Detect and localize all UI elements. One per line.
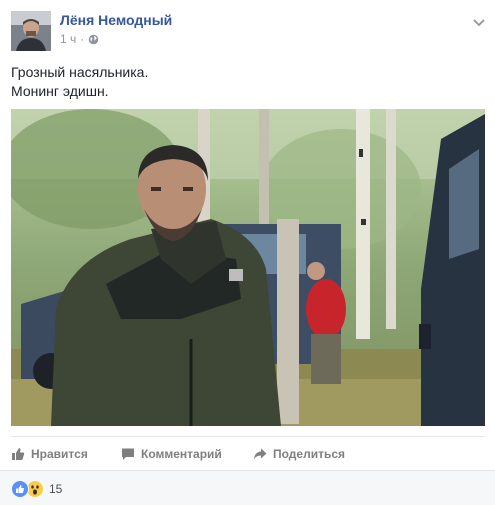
author-name-link[interactable]: Лёня Немодный bbox=[60, 12, 172, 28]
comment-label: Комментарий bbox=[141, 447, 222, 461]
comment-icon bbox=[121, 447, 135, 461]
post-meta: 1 ч · bbox=[60, 32, 99, 46]
post-timestamp[interactable]: 1 ч bbox=[60, 32, 76, 46]
reactions-bar bbox=[0, 470, 495, 505]
share-label: Поделиться bbox=[273, 447, 346, 461]
divider bbox=[11, 436, 485, 437]
post-text-line: Монинг эдишн. bbox=[11, 83, 109, 99]
thumbs-up-icon bbox=[11, 447, 25, 461]
reaction-summary[interactable]: 15 bbox=[11, 480, 62, 498]
meta-separator: · bbox=[80, 32, 85, 46]
comment-button[interactable]: Комментарий bbox=[121, 447, 222, 461]
chevron-down-icon[interactable] bbox=[473, 14, 485, 27]
reaction-count[interactable]: 15 bbox=[49, 482, 62, 496]
post-text: Грозный насяльника. Монинг эдишн. bbox=[11, 63, 148, 101]
author-avatar[interactable] bbox=[11, 11, 51, 51]
globe-icon[interactable] bbox=[88, 34, 99, 45]
like-label: Нравится bbox=[31, 447, 88, 461]
post-photo[interactable] bbox=[11, 109, 485, 426]
like-button[interactable]: Нравится bbox=[11, 447, 88, 461]
post-actions: Нравится Комментарий Поделиться bbox=[11, 444, 485, 464]
share-arrow-icon bbox=[253, 447, 267, 461]
share-button[interactable]: Поделиться bbox=[253, 447, 345, 461]
feed-post: Лёня Немодный 1 ч · Грозный насяльника. … bbox=[0, 0, 495, 505]
like-reaction-icon bbox=[11, 480, 29, 498]
post-text-line: Грозный насяльника. bbox=[11, 64, 149, 80]
